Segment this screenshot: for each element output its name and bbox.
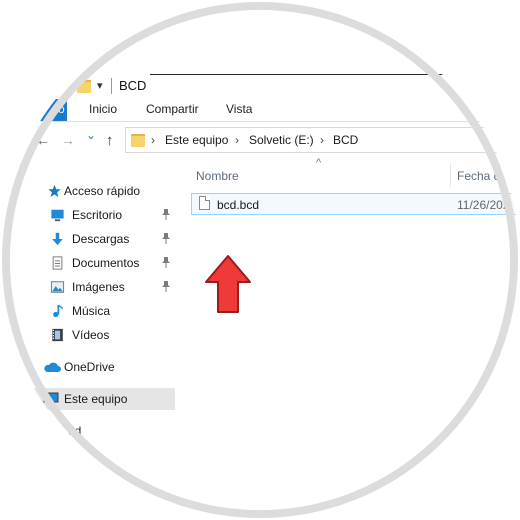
pin-icon[interactable] <box>161 256 171 271</box>
address-folder-icon <box>131 134 145 147</box>
tab-file[interactable]: o <box>0 99 67 121</box>
tab-file-label: o <box>58 102 65 116</box>
file-date: 11/26/202 <box>457 198 510 212</box>
document-icon <box>52 256 63 270</box>
back-arrow-icon[interactable]: ← <box>36 132 50 148</box>
pin-icon[interactable] <box>161 280 171 295</box>
up-arrow-icon[interactable]: ↑ <box>106 132 114 149</box>
forward-arrow-icon[interactable]: → <box>61 132 75 148</box>
breadcrumb-separator: › <box>320 133 324 147</box>
circular-viewport: ▾ BCD o Inicio Compartir Vista ← → ⌄ ↑ ›… <box>0 0 520 520</box>
music-icon <box>53 304 63 318</box>
window-top-edge <box>150 74 470 75</box>
pin-icon[interactable] <box>161 208 171 223</box>
download-icon <box>52 232 63 246</box>
sidebar-item-label: Imágenes <box>72 280 125 294</box>
sidebar-item-quick-access[interactable]: Acceso rápido <box>0 180 175 202</box>
sidebar-item-network[interactable]: ed <box>0 420 175 442</box>
breadcrumb-separator: › <box>235 133 239 147</box>
desktop-icon <box>51 209 64 222</box>
sort-indicator-icon: ^ <box>316 157 322 169</box>
breadcrumb-solvetic[interactable]: Solvetic (E:) <box>249 133 314 147</box>
breadcrumb-bcd[interactable]: BCD <box>333 133 358 147</box>
sidebar-item-label: ed <box>68 424 82 438</box>
pin-icon[interactable] <box>161 232 171 247</box>
star-icon <box>48 184 61 198</box>
tab-inicio[interactable]: Inicio <box>89 102 117 116</box>
sidebar-item-onedrive[interactable]: OneDrive <box>0 356 175 378</box>
sidebar-item-escritorio[interactable]: Escritorio <box>0 204 175 226</box>
sidebar-item-label: Vídeos <box>72 328 110 342</box>
sidebar-item-label: Escritorio <box>72 208 123 222</box>
title-separator <box>111 78 112 94</box>
file-icon <box>199 196 210 210</box>
sidebar-item-imagenes[interactable]: Imágenes <box>0 276 175 298</box>
tab-vista[interactable]: Vista <box>226 102 252 116</box>
sidebar-item-descargas[interactable]: Descargas <box>0 228 175 250</box>
cloud-icon <box>44 362 61 372</box>
breadcrumb-este-equipo[interactable]: Este equipo <box>165 133 228 147</box>
column-header-date[interactable]: Fecha d <box>457 169 500 183</box>
sidebar-item-este-equipo[interactable]: Este equipo <box>0 388 175 410</box>
breadcrumb-separator: › <box>151 133 155 147</box>
column-divider[interactable] <box>450 163 451 187</box>
computer-icon <box>43 392 59 405</box>
tab-compartir[interactable]: Compartir <box>146 102 199 116</box>
sidebar-item-videos[interactable]: Vídeos <box>0 324 175 346</box>
quick-access-toolbar-dropdown[interactable]: ▾ <box>97 79 103 92</box>
column-header-name[interactable]: Nombre <box>196 169 239 183</box>
pictures-icon <box>50 281 65 293</box>
video-icon <box>52 328 63 342</box>
window-title: BCD <box>119 78 147 93</box>
folder-icon <box>77 80 91 93</box>
sidebar-item-label: Acceso rápido <box>64 184 141 198</box>
sidebar-item-label: OneDrive <box>64 360 115 374</box>
sidebar-item-label: Música <box>72 304 111 318</box>
sidebar-item-documentos[interactable]: Documentos <box>0 252 175 274</box>
red-arrow-annotation-icon <box>205 255 251 313</box>
file-explorer-window: ▾ BCD o Inicio Compartir Vista ← → ⌄ ↑ ›… <box>0 0 520 520</box>
sidebar-item-label: Este equipo <box>64 392 128 406</box>
sidebar-item-label: Descargas <box>72 232 130 246</box>
sidebar-item-musica[interactable]: Música <box>0 300 175 322</box>
sidebar-item-label: Documentos <box>72 256 140 270</box>
ribbon-tabs <box>0 99 520 122</box>
file-name[interactable]: bcd.bcd <box>217 198 259 212</box>
recent-locations-chevron-icon[interactable]: ⌄ <box>86 128 96 142</box>
